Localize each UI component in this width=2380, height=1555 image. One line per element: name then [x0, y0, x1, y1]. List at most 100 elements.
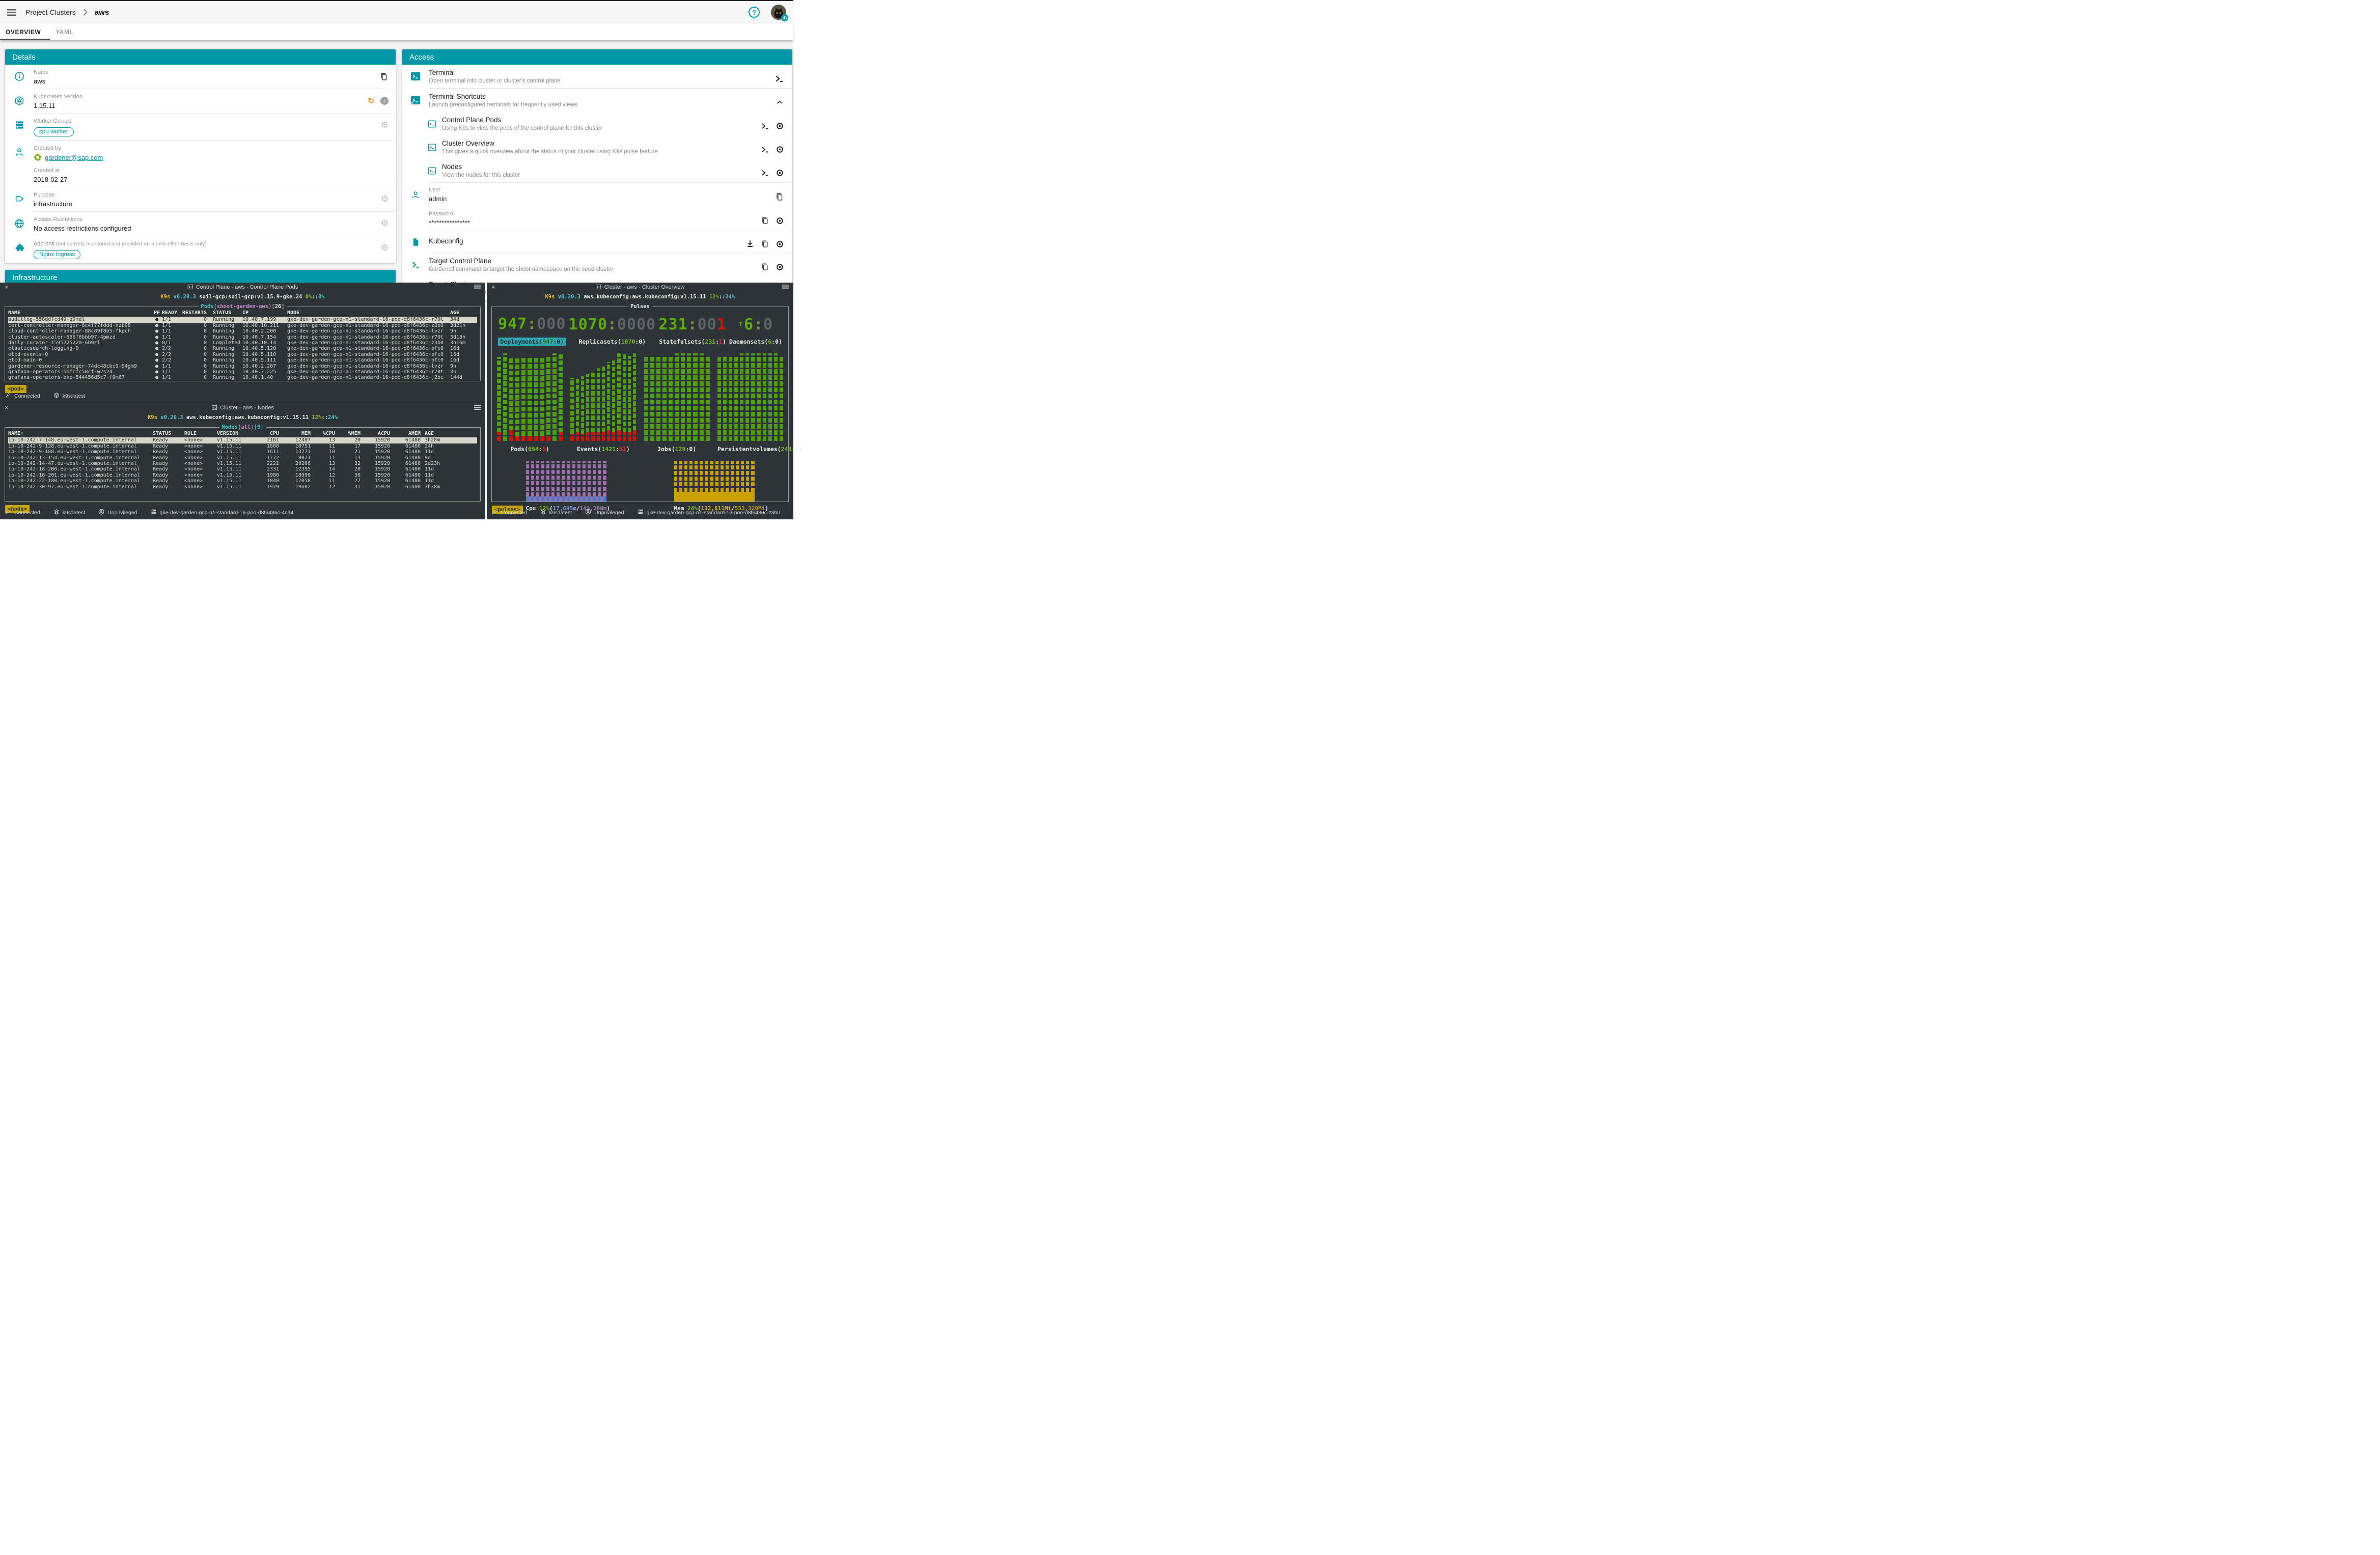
server-icon — [151, 509, 157, 516]
pulse-counter-daemonsets[interactable]: ↑6:0Daemonsets(6:0) — [729, 316, 782, 346]
usage-bar — [603, 461, 606, 502]
launch-terminal-button[interactable] — [761, 122, 769, 130]
k8s-version-value: 1.15.11 — [34, 102, 368, 109]
configure-access-restrictions-gear-icon[interactable]: ⚙ — [381, 219, 389, 228]
breadcrumb-project[interactable]: Project Clusters — [25, 8, 76, 16]
pulse-counter-deployments[interactable]: 947:000Deployments(947:0) — [498, 315, 566, 346]
sort-arrow-icon: ↑ — [20, 431, 23, 436]
pulse-chart-label[interactable]: Pods(694:1) — [510, 446, 549, 453]
pulse-chart-jobs[interactable]: Jobs(129:0) — [644, 353, 710, 454]
terminal-menu-icon[interactable] — [474, 405, 481, 410]
table-cell: Ready — [153, 449, 184, 455]
close-icon[interactable]: × — [5, 404, 9, 411]
table-row[interactable]: gardener-resource-manager-74dc48cbc9-94g… — [8, 364, 477, 369]
bar-ok-segment — [656, 357, 660, 441]
tab-yaml[interactable]: YAML — [50, 23, 82, 40]
pulse-chart-persistentvolumes[interactable]: Persistentvolumes(243:0) — [717, 353, 783, 454]
created-by-link[interactable]: gardener@sap.com — [45, 154, 103, 161]
table-row[interactable]: ip-10-242-9-188.eu-west-1.compute.intern… — [8, 449, 477, 455]
usage-chart-mem[interactable]: Mem 24%(132,811Mi/553,320Mi) — [674, 461, 755, 512]
table-cell: 1/1 — [162, 364, 181, 369]
access-row-terminal-shortcuts[interactable]: Terminal Shortcuts Launch preconfigured … — [402, 89, 792, 112]
copy-button[interactable] — [379, 72, 389, 81]
copy-button[interactable] — [761, 216, 769, 225]
pulse-counter-statefulsets[interactable]: 231:001Statefulsets(231:1) — [658, 316, 726, 346]
table-row[interactable]: ip-10-242-14-47.eu-west-1.compute.intern… — [8, 461, 477, 466]
bar-ok-segment — [581, 376, 584, 434]
pulse-counter-replicasets[interactable]: 1070:0000Replicasets(1070:0) — [569, 316, 656, 346]
watch-eye-icon[interactable] — [776, 122, 784, 130]
table-row[interactable]: grafana-operators-bkp-544456d5c7-f9m67●1… — [8, 375, 477, 380]
table-cell: 1980 — [254, 473, 279, 478]
table-row[interactable]: daily-curator-1595225220-6b9zl●0/10Compl… — [8, 340, 477, 346]
configure-addons-gear-icon[interactable]: ⚙ — [381, 244, 389, 253]
pulse-chart-events[interactable]: Events(1421:61) — [570, 353, 636, 454]
table-row[interactable]: cluster-autoscaler-666f6bbb97-4pmzd●1/10… — [8, 335, 477, 340]
pulse-counter-label[interactable]: Statefulsets(231:1) — [659, 338, 726, 345]
launch-terminal-button[interactable] — [761, 145, 769, 154]
table-row[interactable]: ip-10-242-22-180.eu-west-1.compute.inter… — [8, 478, 477, 484]
update-available-icon[interactable]: ↻ — [368, 97, 374, 105]
terminal-menu-icon[interactable] — [782, 285, 789, 289]
launch-terminal-button[interactable] — [761, 169, 769, 177]
reveal-eye-icon[interactable] — [776, 216, 784, 225]
table-cell: gke-dev-garden-gcp-n1-standard-16-poo-d8… — [287, 364, 450, 369]
pulse-chart-label[interactable]: Persistentvolumes(243:0) — [717, 446, 802, 453]
download-icon[interactable] — [745, 239, 755, 248]
table-row[interactable]: ip-10-242-18-201.eu-west-1.compute.inter… — [8, 473, 477, 478]
configure-workers-gear-icon[interactable]: ⚙ — [381, 121, 389, 130]
column-header: IP — [242, 310, 287, 316]
account-badge-icon — [781, 14, 788, 21]
usage-bar-fill — [751, 492, 754, 502]
copy-button[interactable] — [761, 240, 769, 248]
bar-ok-segment — [576, 378, 579, 432]
shortcut-desc: View the nodes for this cluster — [442, 172, 761, 178]
bar-error-segment — [633, 430, 636, 441]
watch-eye-icon[interactable] — [776, 145, 784, 154]
upgrade-button[interactable]: ↑ — [380, 97, 389, 105]
table-row[interactable]: ip-10-242-13-154.eu-west-1.compute.inter… — [8, 455, 477, 461]
usage-chart-cpu[interactable]: Cpu 12%(17,695m/143,280m) — [526, 461, 606, 512]
collapse-chevron-up-icon[interactable] — [775, 98, 784, 107]
bar-ok-segment — [740, 353, 743, 441]
table-row[interactable]: cloud-controller-manager-88c89f8b5-fkpch… — [8, 328, 477, 334]
terminal-window-icon — [211, 405, 217, 410]
watch-eye-icon[interactable] — [776, 169, 784, 177]
pulse-counter-label[interactable]: Daemonsets(6:0) — [729, 338, 782, 345]
menu-icon[interactable] — [7, 9, 16, 16]
pulse-chart-pods[interactable]: Pods(694:1) — [497, 353, 563, 454]
pulse-chart-label[interactable]: Events(1421:61) — [577, 446, 630, 453]
help-icon[interactable]: ? — [749, 7, 760, 18]
table-cell: v1.15.11 — [217, 443, 254, 449]
table-row[interactable]: auditlog-558ddfcd49-q9mdl●1/10Running10.… — [8, 317, 477, 322]
table-row[interactable]: ip-10-242-30-97.eu-west-1.compute.intern… — [8, 484, 477, 490]
reveal-eye-icon[interactable] — [776, 240, 784, 248]
tab-overview[interactable]: OVERVIEW — [0, 23, 50, 40]
open-terminal-button[interactable] — [774, 74, 784, 84]
reveal-eye-icon[interactable] — [776, 263, 784, 271]
table-cell: 1979 — [254, 484, 279, 490]
configure-purpose-gear-icon[interactable]: ⚙ — [381, 195, 389, 204]
pulse-counter-label[interactable]: Deployments(947:0) — [498, 338, 566, 346]
terminal-menu-icon[interactable] — [474, 285, 481, 289]
table-row[interactable]: ip-10-242-18-200.eu-west-1.compute.inter… — [8, 466, 477, 472]
close-icon[interactable]: × — [491, 284, 495, 290]
table-row[interactable]: ip-10-242-7-148.eu-west-1.compute.intern… — [8, 437, 477, 443]
details-row-k8s-version: Kubernetes Version 1.15.11 ↻ ↑ — [5, 89, 396, 113]
worker-group-chip[interactable]: cpu-worker — [34, 127, 74, 136]
copy-button[interactable] — [761, 263, 769, 271]
layers-icon — [53, 509, 60, 516]
close-icon[interactable]: × — [5, 284, 9, 290]
table-row[interactable]: ip-10-242-9-128.eu-west-1.compute.intern… — [8, 443, 477, 449]
avatar[interactable] — [771, 5, 786, 20]
table-row[interactable]: elasticsearch-logging-0●2/20Running10.40… — [8, 346, 477, 351]
pulse-chart-label[interactable]: Jobs(129:0) — [657, 446, 696, 453]
table-row[interactable]: etcd-main-0●2/20Running10.40.5.111gke-de… — [8, 357, 477, 363]
copy-button[interactable] — [775, 192, 784, 202]
addon-chip[interactable]: Nginx Ingress — [34, 250, 80, 259]
pulse-counter-label[interactable]: Replicasets(1070:0) — [579, 338, 646, 345]
table-row[interactable]: etcd-events-0●2/20Running10.40.5.110gke-… — [8, 352, 477, 357]
bar-ok-segment — [528, 357, 532, 436]
table-row[interactable]: grafana-operators-5bfcfc58cf-w2s24●1/10R… — [8, 369, 477, 375]
table-row[interactable]: cert-controller-manager-6c4f77fddd-nzb98… — [8, 323, 477, 328]
